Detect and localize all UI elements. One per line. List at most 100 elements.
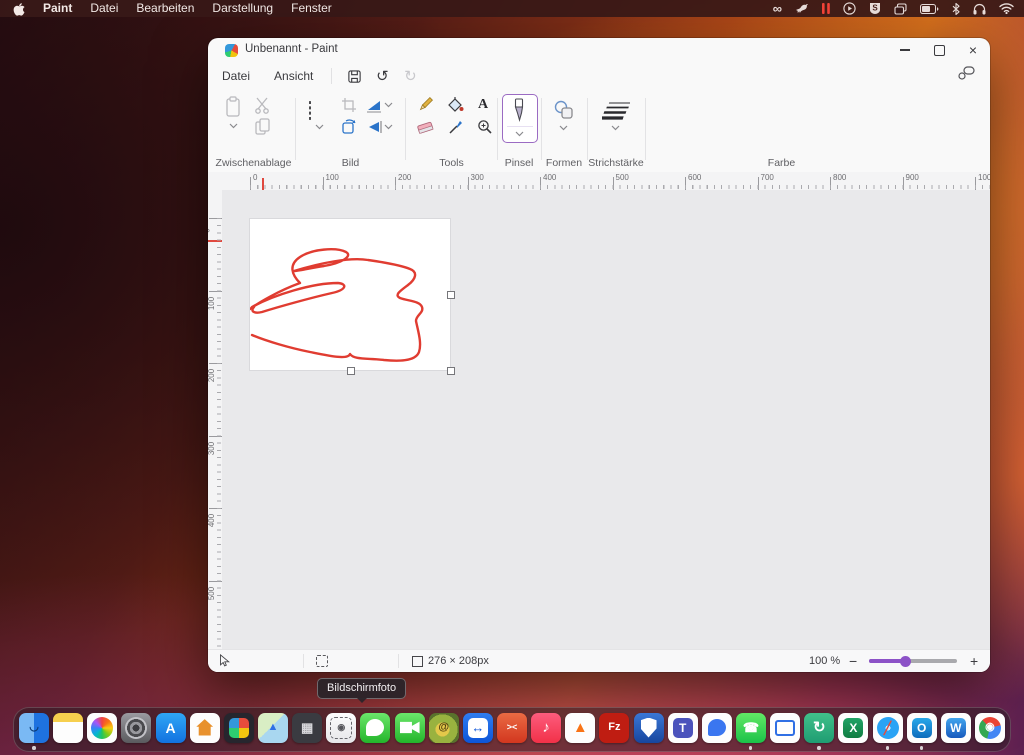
copy-icon[interactable] — [255, 118, 270, 140]
dock-music[interactable]: ♪ — [531, 710, 561, 750]
s-badge-icon[interactable]: S — [869, 2, 881, 15]
zoom-out-button[interactable]: − — [849, 653, 857, 669]
menu-datei[interactable]: Datei — [212, 66, 260, 86]
dock-settings[interactable] — [121, 710, 151, 750]
play-circle-icon[interactable] — [843, 2, 856, 15]
pencil-tool[interactable] — [417, 96, 434, 118]
ruler-cursor-marker-v — [208, 240, 222, 242]
screenshot-glyph: ◉ — [337, 723, 345, 732]
ruler-v-label: 100 — [208, 296, 216, 309]
select-icon[interactable] — [309, 102, 311, 120]
dock-teams[interactable]: T — [668, 710, 698, 750]
copilot-icon[interactable] — [954, 62, 978, 84]
dock-outlook[interactable]: O — [907, 710, 937, 750]
zoom-slider-thumb[interactable] — [900, 656, 911, 667]
dock-remote-desktop[interactable]: >< — [497, 710, 527, 750]
dock-word[interactable]: W — [941, 710, 971, 750]
text-tool[interactable]: A — [478, 97, 488, 113]
headphones-icon[interactable] — [973, 3, 986, 15]
menubar-menu-darstellung[interactable]: Darstellung — [212, 0, 273, 17]
dock-calculator[interactable]: ▦ — [292, 710, 322, 750]
menu-ansicht[interactable]: Ansicht — [264, 66, 323, 86]
bird-icon[interactable] — [795, 3, 809, 15]
pause-icon[interactable] — [822, 3, 830, 14]
rotate-icon[interactable] — [341, 118, 357, 139]
menubar-menu-fenster[interactable]: Fenster — [291, 0, 332, 17]
minimize-button[interactable] — [888, 38, 922, 62]
canvas-resize-handle-bottom[interactable] — [347, 367, 355, 375]
chrome-icon: ◉ — [975, 713, 1005, 743]
dock-maps[interactable]: ▲ — [258, 710, 288, 750]
ruler-tick — [540, 177, 541, 190]
shapes-icon[interactable] — [554, 100, 574, 125]
dock-whatsapp[interactable]: ☎ — [736, 710, 766, 750]
bluetooth-icon[interactable] — [952, 3, 960, 15]
battery-icon[interactable] — [920, 4, 939, 14]
excel-glyph: X — [849, 722, 857, 734]
undo-button[interactable]: ↺ — [368, 65, 396, 87]
remote-desktop-glyph: >< — [507, 723, 518, 732]
menubar-app-name[interactable]: Paint — [43, 0, 72, 17]
select-dropdown-chevron[interactable] — [315, 124, 324, 130]
dock-teamviewer[interactable]: ↔ — [463, 710, 493, 750]
notes-icon — [53, 713, 83, 743]
dock-vlc[interactable]: ▲ — [565, 710, 595, 750]
running-indicator — [886, 746, 890, 750]
dock-sync[interactable]: ↻ — [804, 710, 834, 750]
dock-safari[interactable]: ╱ — [873, 710, 903, 750]
cursor-position-icon — [218, 654, 230, 668]
zoom-in-button[interactable]: + — [970, 653, 978, 669]
flip-icon[interactable] — [366, 120, 382, 139]
ruler-tick — [975, 177, 976, 190]
menubar-menu-bearbeiten[interactable]: Bearbeiten — [136, 0, 194, 17]
dock-finder[interactable]: ◡ — [19, 710, 49, 750]
colorpicker-tool[interactable] — [448, 119, 464, 140]
dock-chrome[interactable]: ◉ — [975, 710, 1005, 750]
dock-signal[interactable] — [702, 710, 732, 750]
maximize-button[interactable] — [922, 38, 956, 62]
dock-notes[interactable] — [53, 710, 83, 750]
resize-dropdown-chevron[interactable] — [384, 102, 393, 108]
eraser-tool[interactable] — [416, 120, 434, 140]
home-icon — [190, 713, 220, 743]
magnifier-tool[interactable] — [477, 119, 493, 140]
brush-button-selected[interactable] — [502, 94, 538, 143]
canvas-resize-handle-corner[interactable] — [447, 367, 455, 375]
stack-icon[interactable] — [894, 3, 907, 15]
brush-dropdown-chevron[interactable] — [515, 131, 524, 137]
canvas-resize-handle-right[interactable] — [447, 291, 455, 299]
dock-facetime[interactable] — [395, 710, 425, 750]
dock-launchpad[interactable] — [224, 710, 254, 750]
paste-dropdown-chevron[interactable] — [229, 123, 238, 129]
paste-icon[interactable] — [224, 96, 242, 124]
crop-icon[interactable] — [341, 97, 357, 118]
paint-titlebar[interactable]: Unbenannt - Paint × — [208, 38, 990, 62]
stroke-width-icon[interactable] — [602, 100, 630, 125]
dock-filezilla[interactable]: Fz — [599, 710, 629, 750]
menubar-menu-datei[interactable]: Datei — [90, 0, 118, 17]
dock-chameleon[interactable]: @ — [429, 710, 459, 750]
dock-screenshot[interactable]: ◉ — [326, 710, 356, 750]
dock-photos[interactable] — [87, 710, 117, 750]
infinity-icon[interactable]: ∞ — [773, 0, 782, 17]
canvas-workarea[interactable] — [222, 190, 990, 650]
shapes-dropdown-chevron[interactable] — [559, 125, 568, 131]
fill-tool[interactable] — [446, 96, 464, 118]
paint-canvas[interactable] — [250, 219, 450, 370]
dock-messages[interactable] — [360, 710, 390, 750]
apple-logo-icon[interactable] — [13, 2, 25, 16]
dock-excel[interactable]: X — [838, 710, 868, 750]
dock-bitwarden[interactable] — [634, 710, 664, 750]
redo-button[interactable]: ↻ — [396, 65, 424, 87]
dock-home[interactable] — [190, 710, 220, 750]
save-button[interactable] — [340, 65, 368, 87]
dock-windows-app[interactable] — [770, 710, 800, 750]
dock-app-store[interactable]: A — [156, 710, 186, 750]
zoom-slider[interactable] — [869, 659, 957, 663]
stroke-dropdown-chevron[interactable] — [611, 125, 620, 131]
wifi-icon[interactable] — [999, 3, 1014, 14]
cut-icon[interactable] — [254, 97, 270, 119]
flip-dropdown-chevron[interactable] — [384, 124, 393, 130]
close-button[interactable]: × — [956, 38, 990, 62]
resize-icon[interactable] — [366, 98, 382, 118]
